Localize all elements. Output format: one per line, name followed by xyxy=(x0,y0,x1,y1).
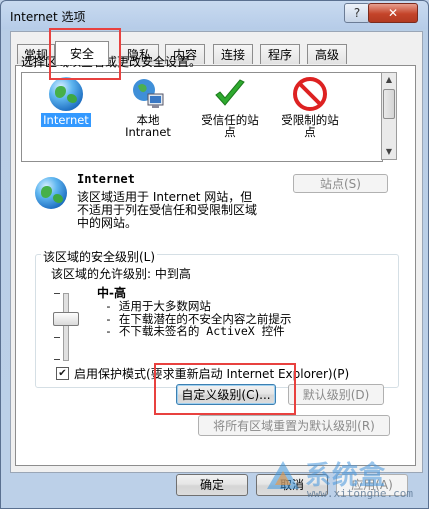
protected-mode-label: 启用保护模式(要求重新启动 Internet Explorer)(P) xyxy=(74,367,350,381)
restricted-icon xyxy=(293,77,327,111)
zone-label-internet: Internet xyxy=(41,113,91,127)
protected-mode-option[interactable]: ✔ 启用保护模式(要求重新启动 Internet Explorer)(P) xyxy=(56,365,349,382)
zone-scrollbar[interactable]: ▲ ▼ xyxy=(381,72,397,160)
help-button[interactable]: ? xyxy=(344,3,370,23)
slider-thumb[interactable] xyxy=(53,312,79,326)
tab-advanced[interactable]: 高级 xyxy=(307,44,347,64)
allowed-levels-text: 该区域的允许级别: 中到高 xyxy=(51,267,191,281)
zone-trusted[interactable]: 受信任的站 点 xyxy=(190,77,270,138)
zone-label-trusted: 受信任的站 点 xyxy=(201,113,259,139)
sites-button[interactable]: 站点(S) xyxy=(293,174,388,193)
cancel-button[interactable]: 取消 xyxy=(256,474,328,496)
scroll-down-icon[interactable]: ▼ xyxy=(382,145,396,159)
level-point: - 不下载未签名的 ActiveX 控件 xyxy=(105,324,285,338)
globe-icon xyxy=(49,77,83,111)
selected-zone-description: 该区域适用于 Internet 网站，但 不适用于列在受信任和受限制区域 中的网… xyxy=(77,190,258,230)
default-level-button[interactable]: 默认级别(D) xyxy=(288,384,384,405)
reset-all-zones-button[interactable]: 将所有区域重置为默认级别(R) xyxy=(198,415,390,436)
security-level-label: 该区域的安全级别(L) xyxy=(41,248,158,265)
title-bar[interactable]: Internet 选项 ? ✕ xyxy=(1,1,428,29)
scroll-up-icon[interactable]: ▲ xyxy=(382,73,396,87)
slider-tick xyxy=(54,337,60,338)
zone-instruction: 选择区域以查看或更改安全设置。 xyxy=(21,55,202,69)
internet-options-window: Internet 选项 ? ✕ 常规 安全 隐私 内容 连接 程序 高级 选择区… xyxy=(0,0,429,509)
zone-restricted[interactable]: 受限制的站 点 xyxy=(270,77,350,138)
custom-level-button[interactable]: 自定义级别(C)... xyxy=(176,384,276,405)
level-point: - 适用于大多数网站 xyxy=(105,299,211,313)
slider-tick xyxy=(54,293,60,294)
tab-connections[interactable]: 连接 xyxy=(213,44,253,64)
window-title: Internet 选项 xyxy=(10,10,86,24)
tab-security[interactable]: 安全 xyxy=(55,41,109,65)
security-level-points: - 适用于大多数网站 - 在下载潜在的不安全内容之前提示 - 不下载未签名的 A… xyxy=(105,300,291,338)
apply-button[interactable]: 应用(A) xyxy=(336,474,408,496)
slider-tick xyxy=(54,359,60,360)
zone-internet[interactable]: Internet xyxy=(26,77,106,127)
checkmark-icon xyxy=(213,77,247,111)
selected-zone-globe-icon xyxy=(35,177,67,209)
security-level-slider[interactable] xyxy=(63,293,69,361)
zone-list: Internet 本地 Intranet 受信任的站 点 受限制的站 点 xyxy=(21,72,383,162)
zone-label-intranet: 本地 Intranet xyxy=(125,113,171,139)
scroll-thumb[interactable] xyxy=(383,89,395,119)
ok-button[interactable]: 确定 xyxy=(176,474,248,496)
zone-label-restricted: 受限制的站 点 xyxy=(281,113,339,139)
protected-mode-checkbox[interactable]: ✔ xyxy=(56,367,69,380)
selected-zone-title: Internet xyxy=(77,172,135,186)
tab-programs[interactable]: 程序 xyxy=(260,44,300,64)
intranet-icon xyxy=(131,77,165,111)
close-button[interactable]: ✕ xyxy=(368,3,418,23)
zone-intranet[interactable]: 本地 Intranet xyxy=(108,77,188,138)
